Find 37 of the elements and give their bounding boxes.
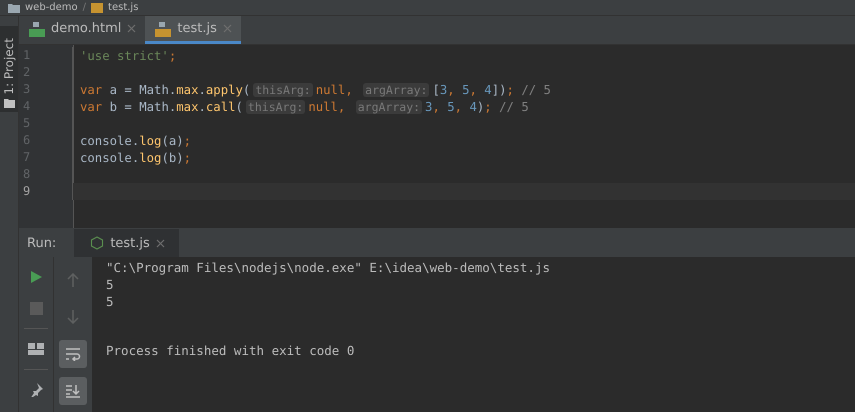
console-output-line: 5 — [106, 293, 115, 310]
code-line: 'use strict'; — [80, 48, 176, 62]
editor-tab[interactable]: test.js — [145, 16, 241, 44]
run-label: Run: — [26, 236, 58, 250]
pin-icon — [29, 383, 43, 397]
breadcrumb-item[interactable]: test.js — [108, 2, 138, 13]
breadcrumb-item[interactable]: web-demo — [25, 2, 78, 13]
run-tab[interactable]: test.js — [74, 229, 179, 257]
code-line: console.log(b); — [80, 150, 192, 164]
html-file-icon — [29, 20, 45, 36]
console-output-line: 5 — [106, 276, 115, 293]
code-line: var b = Math.max.call( thisArg: null, argArray: 3, 5, 4); // 5 — [80, 100, 529, 114]
folder-icon — [8, 2, 20, 12]
close-icon[interactable] — [222, 24, 232, 33]
close-icon[interactable] — [156, 238, 165, 248]
console-output-line: "C:\Program Files\nodejs\node.exe" E:\idea\web-demo\test.js — [106, 259, 550, 276]
editor-tab[interactable]: demo.html — [19, 16, 146, 44]
js-file-icon — [155, 20, 172, 36]
play-icon — [29, 270, 43, 284]
folder-icon — [4, 98, 14, 108]
nodejs-icon — [90, 236, 104, 250]
scroll-end-button[interactable] — [59, 377, 87, 405]
tool-window-label: 1: Project — [2, 38, 16, 95]
layout-icon — [28, 343, 44, 355]
code-line: var a = Math.max.apply( thisArg: null, argArray: [3, 5, 4]); // 5 — [80, 82, 551, 96]
soft-wrap-icon — [65, 347, 81, 361]
project-tool-button[interactable]: 1: Project — [0, 26, 18, 112]
close-icon[interactable] — [127, 24, 136, 33]
scroll-to-end-icon — [65, 384, 81, 398]
js-file-icon — [91, 2, 104, 12]
console-status-line: Process finished with exit code 0 — [106, 342, 356, 359]
up-arrow-icon — [67, 273, 79, 287]
wrap-button[interactable] — [59, 340, 87, 368]
down-arrow-icon — [67, 310, 79, 324]
code-line: console.log(a); — [80, 134, 192, 148]
stop-icon — [30, 302, 42, 314]
path-separator: / — [82, 2, 86, 13]
